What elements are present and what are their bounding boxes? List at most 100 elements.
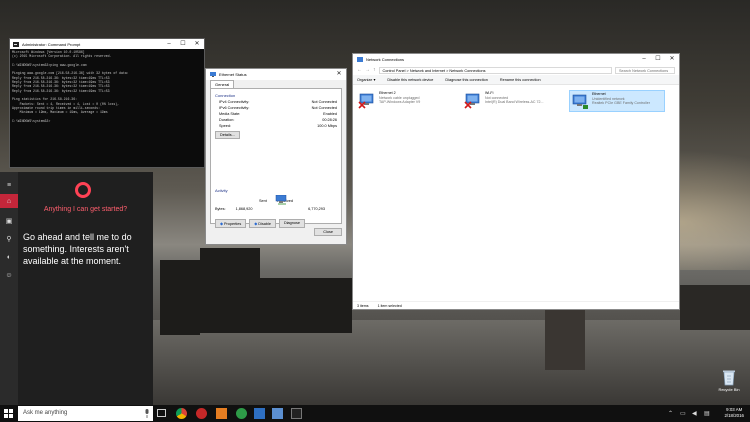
disable-button[interactable]: ◆ Disable: [249, 219, 276, 228]
app-icon-green[interactable]: [236, 408, 247, 419]
tray-chevron-icon[interactable]: ⌃: [668, 410, 673, 417]
connection-device: Realtek PCIe GBE Family Controller: [592, 101, 650, 106]
clock-date: 2/18/2016: [724, 413, 744, 418]
connection-text: Wi-Fi Not connected Intel(R) Dual Band Wir…: [485, 91, 544, 111]
address-bar[interactable]: Control Panel > Network and Internet > N…: [378, 66, 612, 74]
cortana-ring-icon: [75, 182, 91, 198]
rename-connection-button[interactable]: Rename this connection: [500, 78, 541, 82]
connection-item[interactable]: Ethernet 2 Network cable unplugged TAP-Win…: [357, 90, 453, 112]
command-prompt-window[interactable]: Administrator: Command Prompt – ☐ ✕ Micr…: [9, 38, 205, 168]
minimize-button[interactable]: –: [637, 54, 651, 65]
selected-count: 1 item selected: [377, 304, 402, 308]
notifications-tray-icon[interactable]: ▤: [704, 410, 710, 417]
status-bar: 3 items 1 item selected: [353, 301, 679, 309]
connection-heading: Connection: [215, 93, 236, 98]
notebook-icon[interactable]: ▣: [0, 214, 18, 228]
disable-device-button[interactable]: Disable this network device: [387, 78, 433, 82]
chrome-icon[interactable]: [176, 408, 187, 419]
minimize-button[interactable]: –: [162, 39, 176, 49]
connection-device: TAP-Windows Adapter V9: [379, 100, 421, 105]
hamburger-menu-icon[interactable]: ≡: [0, 178, 18, 192]
cortana-panel[interactable]: ≡ ⌂ ▣ ⚲ ◐ ☺ Anything I can get started? …: [0, 172, 153, 405]
command-prompt-output[interactable]: Microsoft Windows [Version 10.0.10586] (c…: [10, 49, 204, 124]
taskbar-clock[interactable]: 9:03 AM 2/18/2016: [724, 407, 744, 419]
properties-button[interactable]: ◆ Properties: [215, 219, 247, 228]
search-input[interactable]: Search Network Connections: [615, 66, 675, 74]
app-icon-red[interactable]: [196, 408, 207, 419]
taskbar-search-box[interactable]: Ask me anything: [18, 406, 153, 421]
reminders-icon[interactable]: ◐: [0, 250, 18, 264]
close-button[interactable]: ✕: [332, 69, 346, 80]
status-label: Speed:: [219, 124, 232, 128]
shield-icon: ◆: [254, 222, 258, 226]
activity-heading: Activity: [215, 188, 228, 193]
bytes-label: Bytes:: [215, 207, 226, 211]
tab-general[interactable]: General: [210, 80, 235, 88]
diagnose-button[interactable]: Diagnose: [278, 219, 305, 228]
connection-text: Ethernet 2 Network cable unplugged TAP-Win…: [379, 91, 420, 111]
back-icon[interactable]: ←: [357, 67, 362, 73]
up-icon[interactable]: ↑: [373, 67, 376, 73]
maximize-button[interactable]: ☐: [176, 39, 190, 49]
network-connections-titlebar[interactable]: Network Connections – ☐ ✕: [353, 54, 679, 65]
cmd-line: C:\WINDOWS\system32>: [12, 118, 51, 123]
network-connections-taskbar-icon[interactable]: [272, 408, 283, 419]
diagnose-connection-button[interactable]: Diagnose this connection: [445, 78, 487, 82]
connections-list: Ethernet 2 Network cable unplugged TAP-Win…: [357, 90, 675, 112]
organize-button[interactable]: Organize ▾: [357, 77, 375, 82]
ethernet-status-dialog[interactable]: Ethernet Status ✕ General Connection IPv…: [205, 68, 347, 245]
chevron-down-icon: ▾: [373, 78, 376, 82]
home-icon[interactable]: ⌂: [0, 194, 18, 208]
address-bar-row: ← → ↑ Control Panel > Network and Intern…: [353, 65, 679, 75]
network-connections-window[interactable]: Network Connections – ☐ ✕ ← → ↑ Control …: [352, 53, 680, 310]
wallpaper-building: [680, 285, 750, 330]
command-prompt-titlebar[interactable]: Administrator: Command Prompt – ☐ ✕: [10, 39, 204, 49]
connection-details: IPv4 Connectivity: Not Connected IPv6 Conn…: [215, 99, 337, 129]
task-view-icon[interactable]: [157, 409, 166, 417]
wallpaper-building: [200, 248, 260, 333]
bytes-received-value: 6,770,293: [308, 207, 325, 211]
network-connections-title: Network Connections: [366, 57, 405, 62]
wallpaper-building: [160, 260, 200, 335]
microphone-icon[interactable]: [144, 409, 150, 418]
cmd-icon: [13, 41, 19, 47]
bytes-sent-value: 1,868,920: [235, 207, 253, 211]
command-prompt-taskbar-icon[interactable]: [291, 408, 302, 419]
ethernet-adapter-icon: [571, 92, 589, 110]
cortana-rail: ≡ ⌂ ▣ ⚲ ◐ ☺: [0, 172, 18, 405]
recycle-bin[interactable]: Recycle Bin: [714, 368, 744, 392]
connection-item[interactable]: Ethernet Unidentified network Realtek PCIe…: [569, 90, 665, 112]
sent-label: Sent: [259, 199, 267, 203]
command-bar: Organize ▾ Disable this network device D…: [353, 75, 679, 85]
volume-tray-icon[interactable]: ◀: [692, 410, 697, 417]
app-icon-orange[interactable]: [216, 408, 227, 419]
feedback-icon[interactable]: ☺: [0, 268, 18, 282]
windows-start-icon[interactable]: [4, 409, 13, 418]
general-panel: Connection IPv4 Connectivity: Not Connect…: [210, 88, 342, 228]
network-activity-icon: [275, 195, 287, 205]
status-row: Speed: 100.0 Mbps: [215, 123, 337, 129]
forward-icon[interactable]: →: [365, 67, 370, 73]
activity-section: Activity Sent Received Bytes: 1,868,920 …: [215, 188, 337, 228]
wallpaper-building: [258, 278, 352, 333]
maximize-button[interactable]: ☐: [651, 54, 665, 65]
app-icon-blue[interactable]: [254, 408, 265, 419]
close-button[interactable]: ✕: [665, 54, 679, 65]
close-dialog-button[interactable]: Close: [314, 228, 342, 236]
details-button[interactable]: Details...: [215, 131, 240, 139]
shield-icon: ◆: [220, 222, 223, 226]
taskbar: Ask me anything ⌃ ▭ ◀ ▤ 9:03 AM 2/18/201…: [0, 405, 750, 422]
ethernet-status-titlebar[interactable]: Ethernet Status ✕: [206, 69, 346, 80]
close-button[interactable]: ✕: [190, 39, 204, 49]
connection-item[interactable]: Wi-Fi Not connected Intel(R) Dual Band Wir…: [463, 90, 559, 112]
wallpaper-figure: [545, 310, 585, 370]
recycle-bin-label: Recycle Bin: [718, 387, 740, 392]
ethernet-status-title: Ethernet Status: [219, 72, 247, 77]
cortana-message: Go ahead and tell me to do something. In…: [23, 232, 132, 266]
ethernet-adapter-icon: [358, 91, 376, 109]
location-icon[interactable]: ⚲: [0, 232, 18, 246]
network-tray-icon[interactable]: ▭: [680, 410, 686, 417]
cortana-prompt: Anything I can get started?: [43, 206, 128, 213]
recycle-bin-icon: [723, 370, 735, 386]
connection-device: Intel(R) Dual Band Wireless-AC 72...: [485, 100, 544, 105]
